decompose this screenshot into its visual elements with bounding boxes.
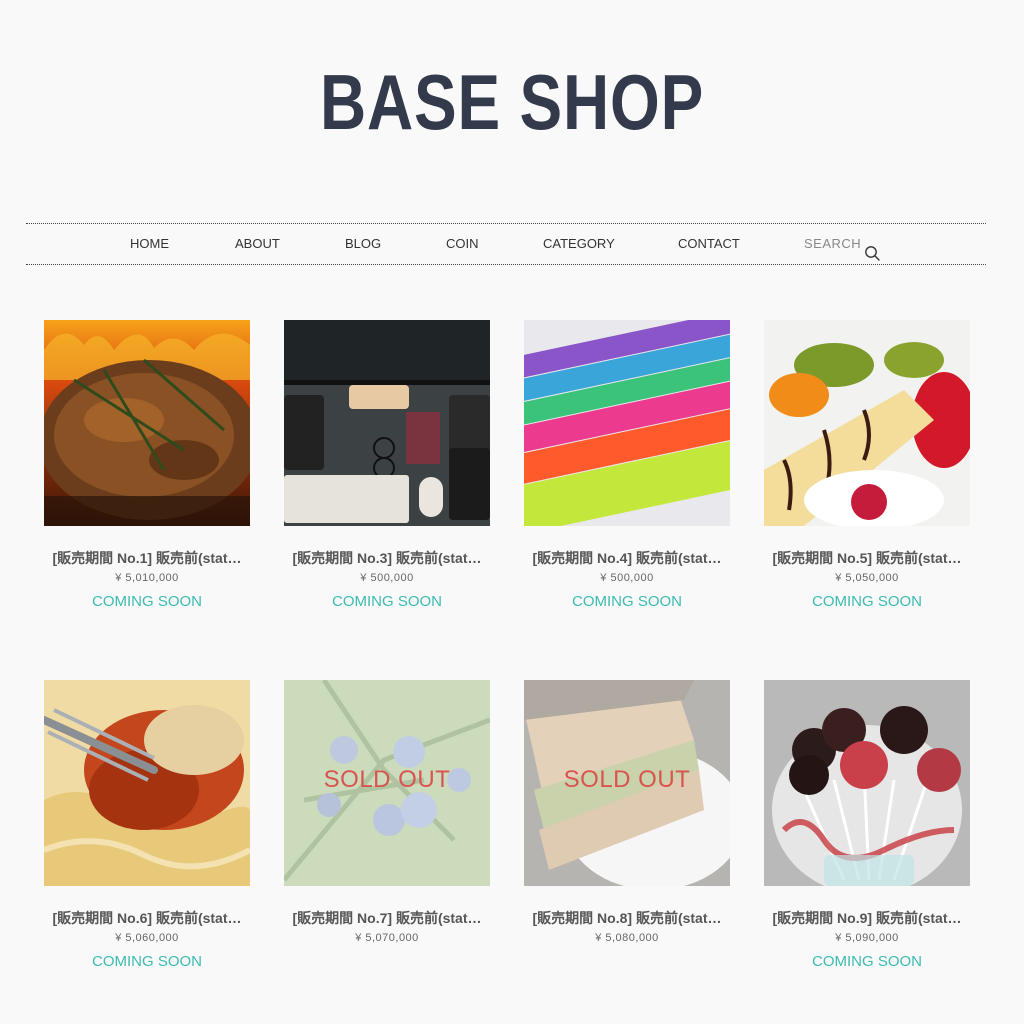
product-card[interactable]: [販売期間 No.9] 販売前(stat… ¥ 5,090,000 COMING… — [764, 680, 970, 970]
product-title[interactable]: [販売期間 No.3] 販売前(stat… — [284, 548, 490, 568]
product-card[interactable]: [販売期間 No.1] 販売前(stat… ¥ 5,010,000 COMING… — [44, 320, 250, 610]
sold-out-label: SOLD OUT — [323, 766, 451, 793]
search-icon — [864, 237, 880, 261]
product-image-desk[interactable] — [284, 320, 490, 526]
product-card[interactable]: SOLD OUT [販売期間 No.8] 販売前(stat… ¥ 5,080,0… — [524, 680, 730, 953]
product-card[interactable]: [販売期間 No.3] 販売前(stat… ¥ 500,000 COMING S… — [284, 320, 490, 610]
product-status: COMING SOON — [811, 953, 922, 970]
product-price: ¥ 5,010,000 — [115, 572, 179, 584]
product-status: COMING SOON — [91, 593, 202, 610]
shop-logo[interactable]: BASE SHOP — [92, 58, 932, 146]
product-price: ¥ 5,070,000 — [355, 932, 419, 944]
main-nav: HOME ABOUT BLOG COIN CATEGORY CONTACT SE… — [26, 223, 986, 265]
product-title[interactable]: [販売期間 No.5] 販売前(stat… — [764, 548, 970, 568]
nav-item-about[interactable]: ABOUT — [235, 224, 280, 264]
product-title[interactable]: [販売期間 No.6] 販売前(stat… — [44, 908, 250, 928]
product-status: COMING SOON — [91, 953, 202, 970]
product-price: ¥ 500,000 — [600, 572, 654, 584]
nav-item-coin[interactable]: COIN — [446, 224, 479, 264]
product-price: ¥ 5,060,000 — [115, 932, 179, 944]
product-status: COMING SOON — [811, 593, 922, 610]
product-image-pasta[interactable] — [44, 680, 250, 886]
product-price: ¥ 5,080,000 — [595, 932, 659, 944]
nav-item-blog[interactable]: BLOG — [345, 224, 381, 264]
product-title[interactable]: [販売期間 No.1] 販売前(stat… — [44, 548, 250, 568]
product-price: ¥ 5,090,000 — [835, 932, 899, 944]
product-card[interactable]: [販売期間 No.6] 販売前(stat… ¥ 5,060,000 COMING… — [44, 680, 250, 970]
product-card[interactable]: [販売期間 No.4] 販売前(stat… ¥ 500,000 COMING S… — [524, 320, 730, 610]
product-card[interactable]: SOLD OUT [販売期間 No.7] 販売前(stat… ¥ 5,070,0… — [284, 680, 490, 953]
product-status: COMING SOON — [331, 593, 442, 610]
nav-item-category[interactable]: CATEGORY — [543, 224, 615, 264]
sold-out-label: SOLD OUT — [563, 766, 691, 793]
product-card[interactable]: [販売期間 No.5] 販売前(stat… ¥ 5,050,000 COMING… — [764, 320, 970, 610]
product-image-sandwich[interactable]: SOLD OUT — [524, 680, 730, 886]
product-image-cake-pops[interactable] — [764, 680, 970, 886]
product-image-crepe[interactable] — [764, 320, 970, 526]
product-title[interactable]: [販売期間 No.4] 販売前(stat… — [524, 548, 730, 568]
search-label: SEARCH — [804, 236, 862, 251]
product-title[interactable]: [販売期間 No.9] 販売前(stat… — [764, 908, 970, 928]
product-image-highlighters[interactable] — [524, 320, 730, 526]
shop-page: BASE SHOP HOME ABOUT BLOG COIN CATEGORY … — [0, 0, 1024, 1024]
product-title[interactable]: [販売期間 No.8] 販売前(stat… — [524, 908, 730, 928]
nav-item-home[interactable]: HOME — [130, 224, 169, 264]
nav-item-contact[interactable]: CONTACT — [678, 224, 740, 264]
product-image-juniper[interactable]: SOLD OUT — [284, 680, 490, 886]
product-price: ¥ 500,000 — [360, 572, 414, 584]
product-price: ¥ 5,050,000 — [835, 572, 899, 584]
product-status: COMING SOON — [571, 593, 682, 610]
product-title[interactable]: [販売期間 No.7] 販売前(stat… — [284, 908, 490, 928]
product-image-grilled-meat[interactable] — [44, 320, 250, 526]
search-button[interactable]: SEARCH — [804, 224, 884, 264]
